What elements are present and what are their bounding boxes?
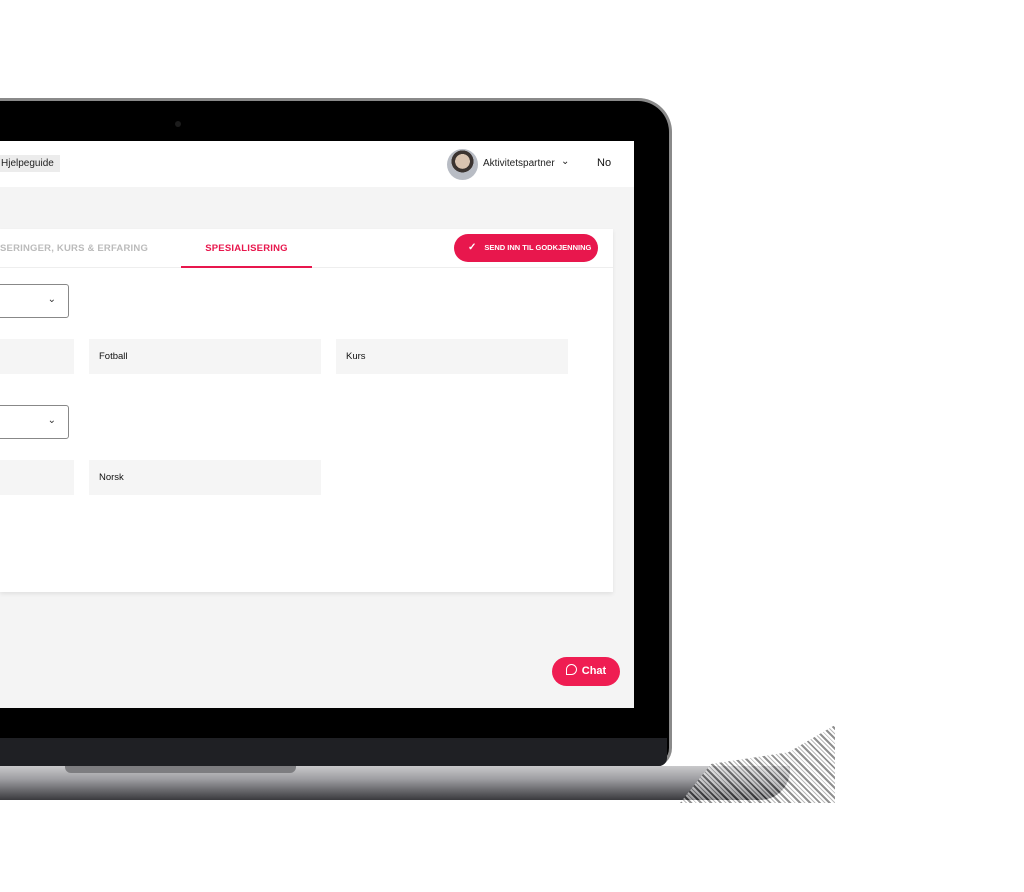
- tab-courses-experience[interactable]: SERINGER, KURS & ERFARING: [0, 243, 148, 254]
- image-artifact: [680, 725, 835, 803]
- chat-label: Chat: [581, 665, 607, 677]
- tab-specialization[interactable]: SPESIALISERING: [181, 243, 312, 268]
- chip[interactable]: Kurs: [336, 339, 568, 374]
- laptop-chin: [0, 738, 667, 766]
- submit-label: SEND INN TIL GODKJENNING: [484, 243, 592, 252]
- check-icon: ✓: [468, 242, 477, 253]
- chip[interactable]: Norsk: [89, 460, 321, 495]
- tab-bar: SERINGER, KURS & ERFARING SPESIALISERING…: [0, 229, 613, 268]
- chevron-down-icon: ⌄: [47, 294, 56, 305]
- submit-for-approval-button[interactable]: ✓ SEND INN TIL GODKJENNING: [454, 234, 598, 262]
- content-card: SERINGER, KURS & ERFARING SPESIALISERING…: [0, 229, 613, 592]
- chevron-down-icon[interactable]: ⌄: [561, 156, 569, 167]
- user-name[interactable]: Aktivitetspartner: [483, 158, 555, 169]
- chat-bubble-icon: [565, 664, 577, 675]
- camera: [175, 121, 181, 127]
- avatar[interactable]: [447, 149, 478, 180]
- help-guide-button[interactable]: Hjelpeguide: [0, 155, 60, 172]
- chat-button[interactable]: Chat: [552, 657, 620, 686]
- laptop-notch: [65, 766, 296, 773]
- chip[interactable]: [0, 339, 74, 374]
- language-selector[interactable]: No: [597, 157, 611, 169]
- chevron-down-icon: ⌄: [47, 415, 56, 426]
- chip[interactable]: Fotball: [89, 339, 321, 374]
- screen: Hjelpeguide Aktivitetspartner ⌄ No SERIN…: [0, 141, 634, 708]
- specialization-dropdown[interactable]: ⌄: [0, 284, 69, 318]
- top-header: Hjelpeguide Aktivitetspartner ⌄ No: [0, 141, 634, 187]
- language-dropdown[interactable]: ⌄: [0, 405, 69, 439]
- chip[interactable]: [0, 460, 74, 495]
